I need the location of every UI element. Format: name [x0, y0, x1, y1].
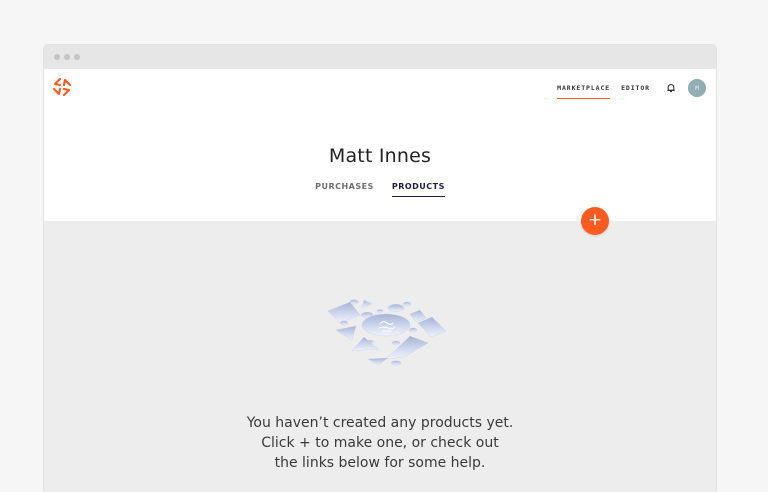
empty-products-illustration — [327, 299, 447, 366]
nav-marketplace-link[interactable]: MARKETPLACE — [557, 82, 611, 99]
nav-editor-link[interactable]: EDITOR — [621, 82, 650, 94]
empty-state-line: You haven’t created any products yet. — [246, 415, 514, 431]
profile-header: MARKETPLACE EDITOR M Matt Innes PURCHASE… — [44, 69, 716, 221]
top-nav: MARKETPLACE EDITOR M — [557, 79, 706, 99]
add-product-button[interactable]: + — [581, 207, 609, 235]
empty-state-message: You haven’t created any products yet. Cl… — [44, 413, 716, 473]
window-dot — [54, 54, 60, 60]
bell-icon[interactable] — [666, 83, 676, 93]
user-avatar[interactable]: M — [688, 79, 706, 97]
empty-state-line: the links below for some help. — [274, 455, 486, 471]
profile-name: Matt Innes — [328, 145, 432, 167]
window-dot — [64, 54, 70, 60]
profile-tabs: PURCHASES PRODUCTS — [44, 182, 716, 197]
tab-products[interactable]: PRODUCTS — [391, 182, 445, 197]
browser-window: MARKETPLACE EDITOR M Matt Innes PURCHASE… — [44, 45, 716, 492]
window-dot — [74, 54, 80, 60]
brand-logo-icon[interactable] — [52, 77, 72, 97]
tab-purchases[interactable]: PURCHASES — [315, 182, 374, 195]
window-titlebar — [44, 45, 716, 69]
empty-state-line: Click + to make one, or check out — [261, 435, 499, 451]
products-empty-state: You haven’t created any products yet. Cl… — [44, 221, 716, 492]
